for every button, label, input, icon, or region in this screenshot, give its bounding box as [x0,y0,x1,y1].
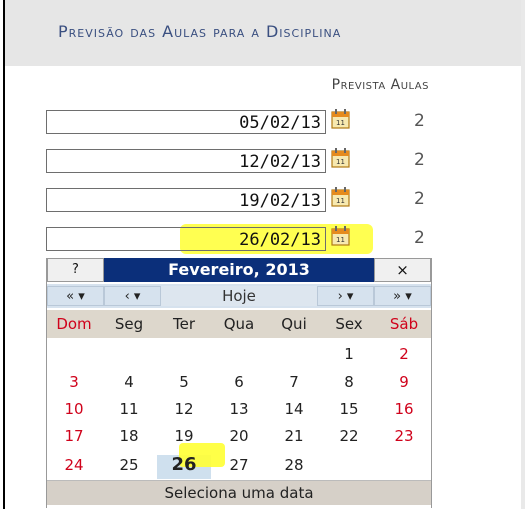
column-heading: Prevista Aulas [331,77,429,93]
day-cell[interactable]: 18 [102,424,156,448]
day-cell[interactable]: 28 [267,453,321,477]
calendar-status-bar: Seleciona uma data [47,480,431,505]
day-cell[interactable]: 4 [102,370,156,394]
help-button[interactable]: ? [47,258,104,282]
day-cell[interactable]: 3 [47,370,101,394]
date-row: 05/02/13 11 2 [46,108,436,136]
weekday-header: Dom Seg Ter Qua Qui Sex Sáb [47,310,431,338]
today-button[interactable]: Hoje [161,286,317,306]
svg-text:11: 11 [336,197,345,205]
date-row: 12/02/13 11 2 [46,147,436,175]
day-cell[interactable]: 11 [102,397,156,421]
date-input[interactable]: 26/02/13 [46,227,326,251]
calendar-icon[interactable]: 11 [331,108,351,130]
lesson-count: 2 [414,228,425,248]
chevron-right-icon: › [337,289,343,304]
day-cell[interactable]: 19 [157,424,211,448]
chevron-left-icon: ‹ [124,289,130,304]
day-cell[interactable]: 25 [102,453,156,477]
calendar-top-bar: ? Fevereiro, 2013 × [47,258,431,282]
date-row: 19/02/13 11 2 [46,186,436,214]
weekday-label: Sex [335,315,363,333]
date-input[interactable]: 19/02/13 [46,188,326,212]
day-cell-selected[interactable]: 26 [157,453,211,477]
weekday-label: Qua [223,315,255,333]
lesson-count: 2 [414,150,425,170]
day-cell[interactable]: 15 [322,397,376,421]
next-year-button[interactable]: » ▾ [374,286,431,306]
weekday-label: Ter [172,315,195,333]
lesson-count: 2 [414,111,425,131]
day-cell[interactable]: 21 [267,424,321,448]
calendar-month-title: Fevereiro, 2013 [104,258,374,282]
svg-text:11: 11 [336,236,345,244]
double-chevron-right-icon: » [393,289,402,304]
lesson-count: 2 [414,189,425,209]
double-chevron-left-icon: « [66,289,75,304]
day-cell[interactable]: 24 [47,453,101,477]
page-left-border [3,0,5,509]
calendar-icon[interactable]: 11 [331,186,351,208]
day-cell[interactable]: 5 [157,370,211,394]
next-month-button[interactable]: › ▾ [317,286,374,306]
weekday-label: Qui [281,315,307,333]
day-cell[interactable]: 22 [322,424,376,448]
day-cell[interactable]: 2 [377,342,431,366]
page-right-gutter [521,0,525,509]
svg-text:11: 11 [336,158,345,166]
calendar-navigation: « ▾ ‹ ▾ Hoje › ▾ » ▾ [47,284,431,308]
day-cell[interactable]: 8 [322,370,376,394]
day-cell[interactable]: 16 [377,397,431,421]
day-cell[interactable]: 9 [377,370,431,394]
day-cell[interactable]: 6 [212,370,266,394]
weekday-label: Dom [56,315,92,333]
day-cell[interactable]: 14 [267,397,321,421]
section-header: Previsão das Aulas para a Disciplina [5,0,521,66]
close-button[interactable]: × [374,258,431,282]
prev-year-button[interactable]: « ▾ [47,286,104,306]
date-input[interactable]: 12/02/13 [46,149,326,173]
weekday-label: Sáb [389,315,419,333]
day-cell[interactable]: 13 [212,397,266,421]
day-cell[interactable]: 20 [212,424,266,448]
date-input[interactable]: 05/02/13 [46,110,326,134]
svg-text:11: 11 [336,119,345,127]
day-cell[interactable]: 10 [47,397,101,421]
date-picker-popup: ? Fevereiro, 2013 × « ▾ ‹ ▾ Hoje › ▾ » ▾… [46,258,432,508]
calendar-icon[interactable]: 11 [331,225,351,247]
day-cell[interactable]: 23 [377,424,431,448]
day-cell[interactable]: 1 [322,342,376,366]
day-cell[interactable]: 12 [157,397,211,421]
day-cell[interactable]: 17 [47,424,101,448]
section-title: Previsão das Aulas para a Disciplina [58,22,342,41]
day-cell[interactable]: 7 [267,370,321,394]
calendar-icon[interactable]: 11 [331,147,351,169]
weekday-label: Seg [114,315,144,333]
date-row-selected: 26/02/13 11 2 [46,225,436,253]
day-cell[interactable]: 27 [212,453,266,477]
prev-month-button[interactable]: ‹ ▾ [104,286,161,306]
